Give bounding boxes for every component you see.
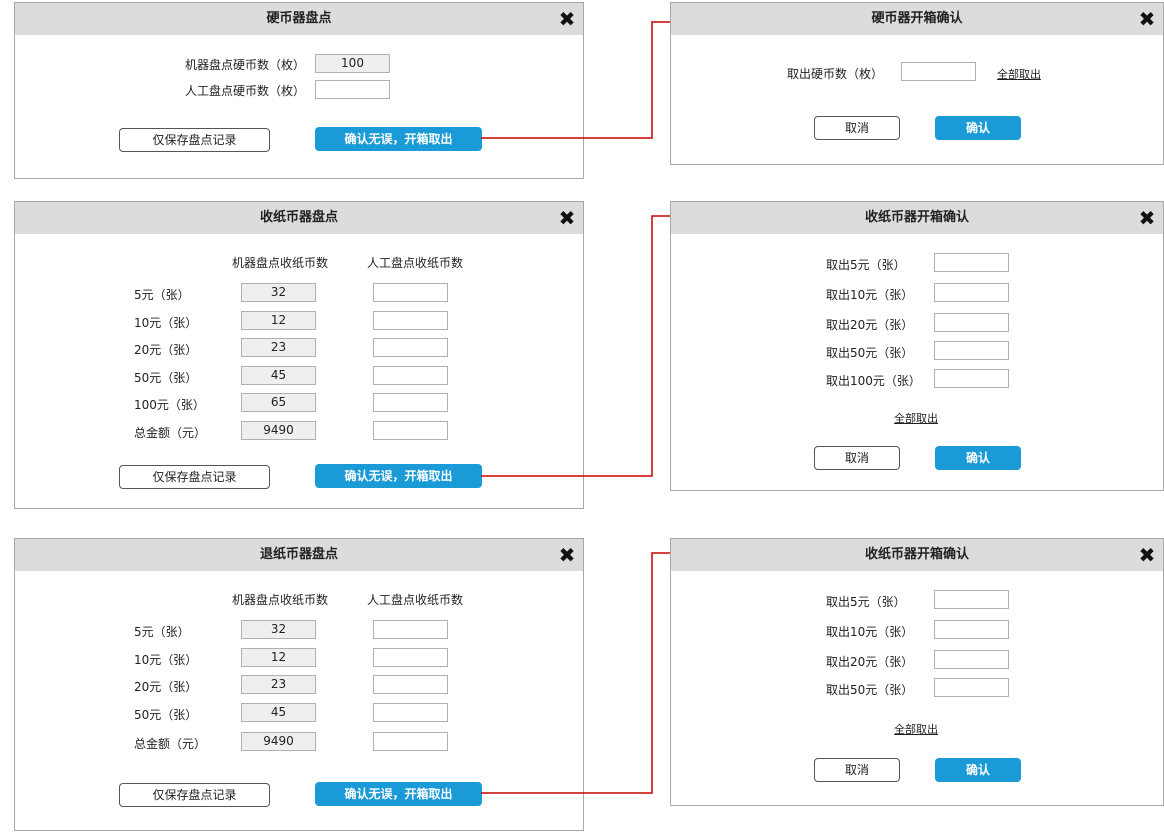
take-row-input[interactable] <box>934 253 1009 272</box>
take-row-input[interactable] <box>934 650 1009 669</box>
take-row-label: 取出20元（张） <box>826 318 914 332</box>
take-all-link[interactable]: 全部取出 <box>894 410 938 426</box>
panel-title: 收纸币器盘点 <box>15 202 583 234</box>
take-coin-label: 取出硬币数（枚） <box>786 67 883 81</box>
manual-total-input[interactable] <box>373 732 448 751</box>
confirm-open-button[interactable]: 确认无误，开箱取出 <box>315 127 482 151</box>
confirm-open-button[interactable]: 确认无误，开箱取出 <box>315 464 482 488</box>
manual-count-input[interactable] <box>373 283 448 302</box>
take-coin-input[interactable] <box>901 62 976 81</box>
take-row-input[interactable] <box>934 341 1009 360</box>
machine-count-value: 12 <box>241 311 316 330</box>
save-record-button[interactable]: 仅保存盘点记录 <box>119 465 270 489</box>
take-all-link[interactable]: 全部取出 <box>997 66 1041 82</box>
row-label: 5元（张） <box>134 288 190 302</box>
row-label: 100元（张） <box>134 398 205 412</box>
machine-count-value: 65 <box>241 393 316 412</box>
manual-count-input[interactable] <box>373 311 448 330</box>
panel-title: 收纸币器开箱确认 <box>671 539 1163 571</box>
ok-button[interactable]: 确认 <box>935 446 1021 470</box>
machine-count-value: 32 <box>241 620 316 639</box>
close-icon[interactable]: ✖ <box>1137 3 1157 35</box>
manual-count-input[interactable] <box>373 393 448 412</box>
coin-confirm-panel: 硬币器开箱确认 ✖ 取出硬币数（枚） 全部取出 取消 确认 <box>670 2 1164 165</box>
machine-count-value: 23 <box>241 338 316 357</box>
take-row-input[interactable] <box>934 678 1009 697</box>
ok-button[interactable]: 确认 <box>935 758 1021 782</box>
take-row-input[interactable] <box>934 283 1009 302</box>
take-row-label: 取出50元（张） <box>826 346 914 360</box>
save-record-button[interactable]: 仅保存盘点记录 <box>119 128 270 152</box>
manual-coin-label: 人工盘点硬币数（枚） <box>184 84 305 98</box>
refund-count-panel: 退纸币器盘点 ✖ 机器盘点收纸币数 人工盘点收纸币数 5元（张） 32 10元（… <box>14 538 584 831</box>
row-label: 50元（张） <box>134 371 198 385</box>
col-manual-header: 人工盘点收纸币数 <box>366 256 463 270</box>
take-row-input[interactable] <box>934 620 1009 639</box>
take-row-label: 取出10元（张） <box>826 288 914 302</box>
manual-count-input[interactable] <box>373 620 448 639</box>
panel-title: 硬币器盘点 <box>15 3 583 35</box>
close-icon[interactable]: ✖ <box>557 3 577 35</box>
cancel-button[interactable]: 取消 <box>814 446 900 470</box>
manual-total-input[interactable] <box>373 421 448 440</box>
refund-confirm-panel: 收纸币器开箱确认 ✖ 取出5元（张） 取出10元（张） 取出20元（张） 取出5… <box>670 538 1164 806</box>
save-record-button[interactable]: 仅保存盘点记录 <box>119 783 270 807</box>
take-row-label: 取出5元（张） <box>826 595 906 609</box>
take-row-label: 取出50元（张） <box>826 683 914 697</box>
machine-coin-value: 100 <box>315 54 390 73</box>
take-row-input[interactable] <box>934 313 1009 332</box>
total-label: 总金额（元） <box>134 737 207 751</box>
manual-coin-input[interactable] <box>315 80 390 99</box>
note-confirm-panel: 收纸币器开箱确认 ✖ 取出5元（张） 取出10元（张） 取出20元（张） 取出5… <box>670 201 1164 491</box>
total-value: 9490 <box>241 732 316 751</box>
close-icon[interactable]: ✖ <box>1137 202 1157 234</box>
take-row-label: 取出20元（张） <box>826 655 914 669</box>
panel-title: 退纸币器盘点 <box>15 539 583 571</box>
machine-count-value: 23 <box>241 675 316 694</box>
note-count-panel: 收纸币器盘点 ✖ 机器盘点收纸币数 人工盘点收纸币数 5元（张） 32 10元（… <box>14 201 584 509</box>
machine-coin-label: 机器盘点硬币数（枚） <box>184 58 305 72</box>
row-label: 20元（张） <box>134 343 198 357</box>
take-row-label: 取出5元（张） <box>826 258 906 272</box>
total-label: 总金额（元） <box>134 426 207 440</box>
take-all-link[interactable]: 全部取出 <box>894 721 938 737</box>
ok-button[interactable]: 确认 <box>935 116 1021 140</box>
coin-count-panel: 硬币器盘点 ✖ 机器盘点硬币数（枚） 100 人工盘点硬币数（枚） 仅保存盘点记… <box>14 2 584 179</box>
panel-title: 收纸币器开箱确认 <box>671 202 1163 234</box>
total-value: 9490 <box>241 421 316 440</box>
row-label: 5元（张） <box>134 625 190 639</box>
panel-title: 硬币器开箱确认 <box>671 3 1163 35</box>
row-label: 10元（张） <box>134 653 198 667</box>
take-row-input[interactable] <box>934 590 1009 609</box>
machine-count-value: 32 <box>241 283 316 302</box>
close-icon[interactable]: ✖ <box>1137 539 1157 571</box>
machine-count-value: 12 <box>241 648 316 667</box>
take-row-label: 取出10元（张） <box>826 625 914 639</box>
confirm-open-button[interactable]: 确认无误，开箱取出 <box>315 782 482 806</box>
close-icon[interactable]: ✖ <box>557 539 577 571</box>
manual-count-input[interactable] <box>373 366 448 385</box>
col-machine-header: 机器盘点收纸币数 <box>231 593 328 607</box>
close-icon[interactable]: ✖ <box>557 202 577 234</box>
cancel-button[interactable]: 取消 <box>814 758 900 782</box>
row-label: 20元（张） <box>134 680 198 694</box>
col-machine-header: 机器盘点收纸币数 <box>231 256 328 270</box>
manual-count-input[interactable] <box>373 648 448 667</box>
col-manual-header: 人工盘点收纸币数 <box>366 593 463 607</box>
manual-count-input[interactable] <box>373 703 448 722</box>
row-label: 10元（张） <box>134 316 198 330</box>
manual-count-input[interactable] <box>373 338 448 357</box>
machine-count-value: 45 <box>241 703 316 722</box>
take-row-input[interactable] <box>934 369 1009 388</box>
row-label: 50元（张） <box>134 708 198 722</box>
cancel-button[interactable]: 取消 <box>814 116 900 140</box>
machine-count-value: 45 <box>241 366 316 385</box>
manual-count-input[interactable] <box>373 675 448 694</box>
take-row-label: 取出100元（张） <box>826 374 921 388</box>
